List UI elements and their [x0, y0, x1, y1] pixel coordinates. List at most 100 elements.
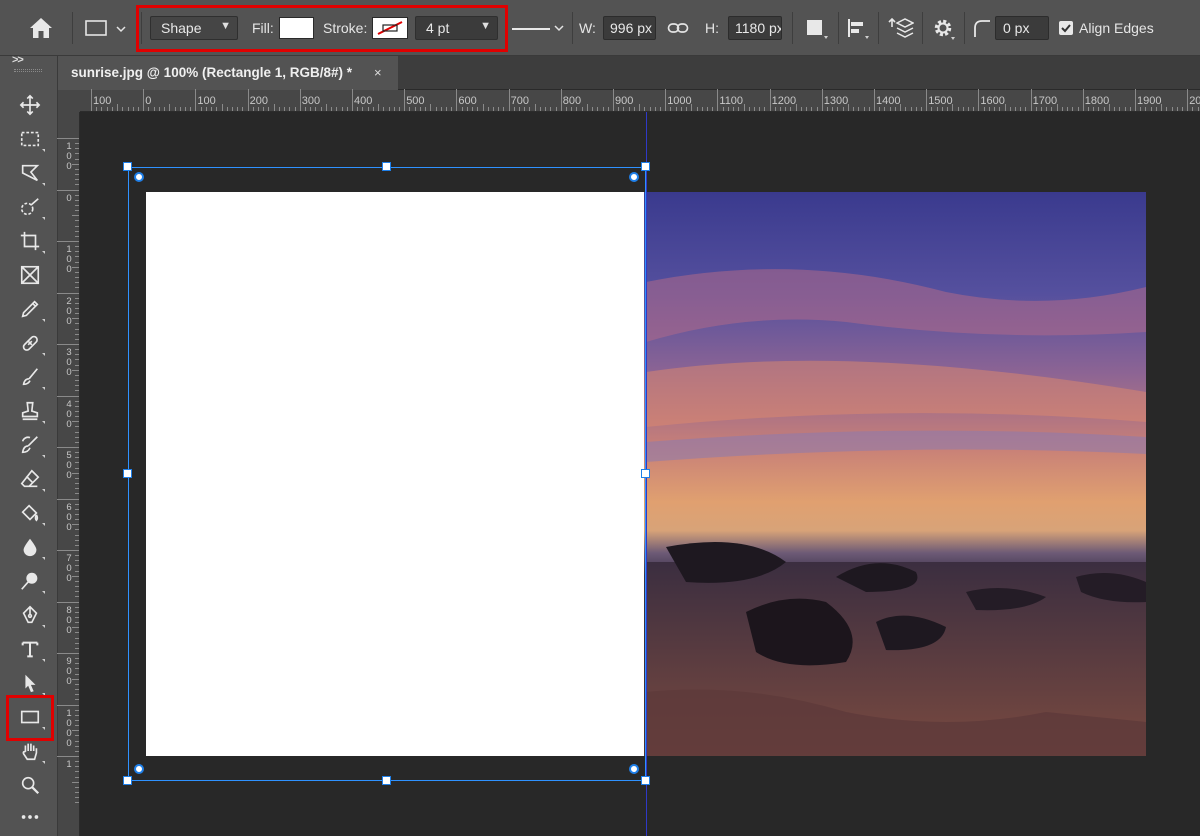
ruler-tick: [75, 184, 79, 186]
blur-tool[interactable]: [14, 532, 46, 562]
ruler-tick: [72, 266, 79, 268]
ruler-left-label: 200: [66, 295, 72, 327]
healing-brush-tool[interactable]: [14, 328, 46, 358]
path-alignment-icon[interactable]: [846, 16, 872, 42]
dodge-icon: [21, 572, 38, 590]
arrow-icon: [25, 674, 36, 693]
path-operations-icon[interactable]: [804, 16, 830, 42]
history-brush-tool[interactable]: [14, 430, 46, 460]
corner-radius-handle[interactable]: [134, 172, 144, 182]
ruler-tick: [920, 107, 922, 111]
transform-bounding-box[interactable]: [128, 167, 646, 781]
ruler-tick: [508, 89, 510, 111]
pen-tool[interactable]: [14, 600, 46, 630]
handle-top-left[interactable]: [123, 162, 132, 171]
hand-tool[interactable]: [14, 736, 46, 766]
corner-radius-field[interactable]: 0 px: [995, 16, 1049, 40]
lasso-tool[interactable]: [14, 158, 46, 188]
eraser-icon: [20, 469, 40, 488]
tool-preset-picker[interactable]: [84, 18, 130, 40]
toolbar-expand-button[interactable]: >>: [12, 54, 24, 66]
stroke-type-dropdown[interactable]: [510, 18, 568, 40]
zoom-tool[interactable]: [14, 770, 46, 800]
ruler-tick: [988, 107, 990, 111]
ruler-top-label: 0: [145, 95, 152, 107]
ruler-tick: [534, 104, 536, 111]
ruler-tick: [936, 107, 938, 111]
ruler-tick: [75, 694, 79, 696]
path-selection-tool[interactable]: [14, 668, 46, 698]
ruler-tick: [451, 107, 453, 111]
crop-tool[interactable]: [14, 226, 46, 256]
ruler-tick: [644, 107, 646, 111]
ruler-top-label: 20: [1189, 95, 1200, 107]
ruler-tick: [1035, 107, 1037, 111]
handle-top-right[interactable]: [641, 162, 650, 171]
handle-bottom-right[interactable]: [641, 776, 650, 785]
ruler-tick: [75, 802, 79, 804]
handle-middle-right[interactable]: [641, 469, 650, 478]
ruler-tick: [513, 107, 515, 111]
ruler-tick: [111, 107, 113, 111]
ruler-top-label: 700: [510, 95, 529, 107]
brush-tool[interactable]: [14, 362, 46, 392]
clone-stamp-tool[interactable]: [14, 396, 46, 426]
ruler-tick: [1155, 107, 1157, 111]
corner-radius-handle[interactable]: [629, 172, 639, 182]
ruler-tick: [592, 107, 594, 111]
move-tool[interactable]: [14, 90, 46, 120]
handle-bottom-left[interactable]: [123, 776, 132, 785]
corner-radius-handle[interactable]: [629, 764, 639, 774]
paint-bucket-tool[interactable]: [14, 498, 46, 528]
stamp-icon: [21, 401, 39, 421]
quick-select-tool[interactable]: [14, 192, 46, 222]
ruler-top-label: 300: [301, 95, 321, 107]
align-edges-checkbox[interactable]: [1059, 21, 1073, 35]
ruler-tick: [362, 107, 364, 111]
ruler-tick: [498, 107, 500, 111]
ruler-tick: [75, 766, 79, 768]
more-tools[interactable]: [14, 802, 46, 832]
dodge-tool[interactable]: [14, 566, 46, 596]
ruler-tick: [1014, 107, 1016, 111]
ruler-tick: [811, 107, 813, 111]
ruler-left-label: 100: [66, 244, 72, 275]
eraser-tool[interactable]: [14, 464, 46, 494]
canvas-area[interactable]: [80, 112, 1200, 836]
ruler-tick: [75, 719, 79, 721]
ruler-tick: [75, 225, 79, 227]
ruler-tick: [75, 565, 79, 567]
link-icon[interactable]: [667, 19, 689, 37]
ruler-tick: [75, 714, 79, 716]
ruler-tick: [879, 107, 881, 111]
ruler-tick: [1150, 107, 1152, 111]
ruler-tick: [654, 107, 656, 111]
ruler-tick: [1129, 107, 1131, 111]
gear-icon[interactable]: [931, 16, 957, 42]
width-field[interactable]: 996 px: [603, 16, 656, 40]
path-arrangement-icon[interactable]: [886, 15, 915, 43]
document-tab[interactable]: sunrise.jpg @ 100% (Rectangle 1, RGB/8#)…: [58, 56, 398, 90]
handle-top-middle[interactable]: [382, 162, 391, 171]
home-icon[interactable]: [28, 16, 54, 40]
corner-radius-handle[interactable]: [134, 764, 144, 774]
eyedropper-tool[interactable]: [14, 294, 46, 324]
type-tool[interactable]: [14, 634, 46, 664]
ruler-tick: [75, 596, 79, 598]
ruler-tick: [205, 107, 207, 111]
close-icon[interactable]: ×: [374, 65, 382, 80]
marquee-tool[interactable]: [14, 124, 46, 154]
ruler-tick: [894, 107, 896, 111]
handle-bottom-middle[interactable]: [382, 776, 391, 785]
ruler-tick: [1176, 107, 1178, 111]
handle-middle-left[interactable]: [123, 469, 132, 478]
ruler-tick: [1077, 107, 1079, 111]
ruler-tick: [75, 632, 79, 634]
height-field[interactable]: 1180 px: [728, 16, 782, 40]
ruler-tick: [430, 104, 432, 111]
ruler-tick: [816, 107, 818, 111]
ruler-tick: [372, 107, 374, 111]
frame-tool[interactable]: [14, 260, 46, 290]
ruler-tick: [75, 374, 79, 376]
ruler-tick: [231, 107, 233, 111]
